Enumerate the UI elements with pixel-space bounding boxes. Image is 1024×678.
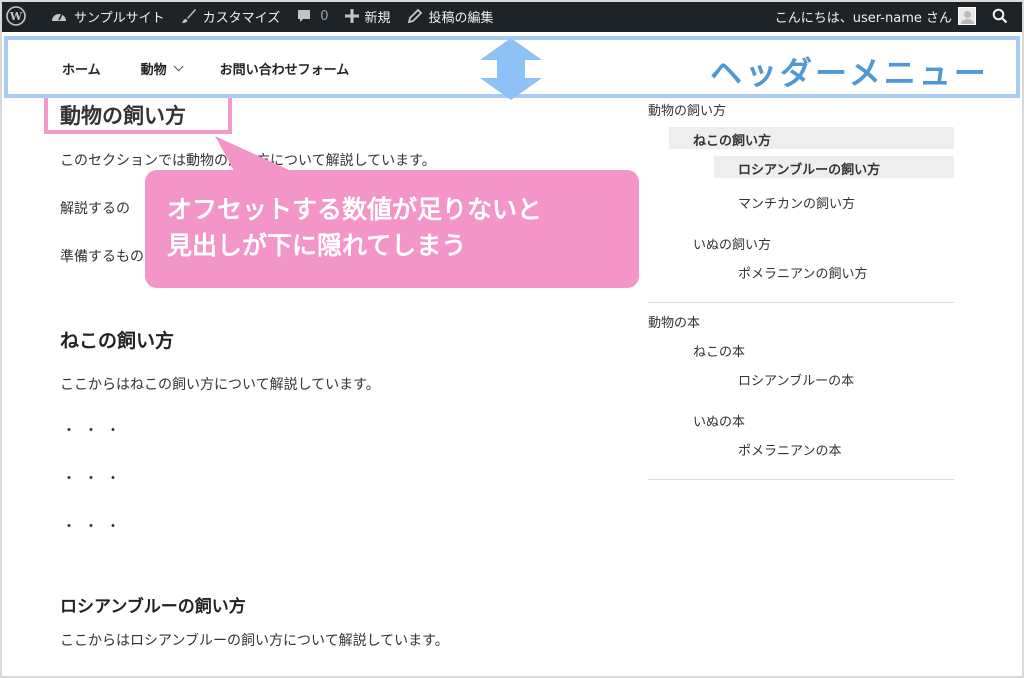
- customize-label: カスタマイズ: [202, 10, 281, 26]
- svg-text:W: W: [9, 10, 23, 23]
- header-menu-highlight: ホーム 動物 お問い合わせフォーム ヘッダーメニュー: [4, 36, 1020, 100]
- paintbrush-icon: [181, 9, 196, 23]
- header-menu-annotation-label: ヘッダーメニュー: [710, 54, 989, 92]
- wordpress-logo-button[interactable]: W: [0, 0, 42, 32]
- callout-annotation: オフセットする数値が足りないと 見出しが下に隠れてしまう: [145, 170, 639, 288]
- toc-divider-2: [648, 479, 954, 480]
- nav-item-home-label: ホーム: [62, 63, 101, 78]
- ellipsis-3: ・・・: [62, 519, 128, 535]
- new-content-link[interactable]: 新規: [337, 0, 399, 32]
- toc-item-dog-care[interactable]: いぬの飼い方: [693, 234, 771, 253]
- ellipsis-1: ・・・: [62, 423, 128, 439]
- nav-item-contact-form-label: お問い合わせフォーム: [219, 63, 350, 78]
- toc-item-cat-care[interactable]: ねこの飼い方: [669, 127, 954, 149]
- avatar: [958, 7, 976, 25]
- heading-russian-blue-care: ロシアンブルーの飼い方: [60, 597, 246, 617]
- toc-item-dog-book[interactable]: いぬの本: [693, 411, 745, 430]
- header-navigation: ホーム 動物 お問い合わせフォーム: [62, 59, 389, 78]
- nav-item-home[interactable]: ホーム: [62, 59, 101, 78]
- toc-item-russian-blue-book[interactable]: ロシアンブルーの本: [738, 370, 854, 389]
- paragraph-cat: ここからはねこの飼い方について解説しています。: [60, 377, 380, 393]
- wordpress-icon: W: [6, 6, 26, 26]
- site-name-link[interactable]: サンプルサイト: [42, 0, 173, 32]
- comment-bubble-icon: [298, 10, 311, 22]
- heading-animal-care: 動物の飼い方: [44, 92, 232, 134]
- comments-count: 0: [320, 8, 329, 24]
- toc-divider-1: [648, 302, 954, 303]
- search-icon: [992, 8, 1008, 24]
- greeting-label: こんにちは、user-name さん: [774, 10, 952, 26]
- paragraph-explain: 解説するの: [60, 201, 130, 217]
- toc-item-munchkin-care[interactable]: マンチカンの飼い方: [738, 193, 855, 212]
- user-account-menu[interactable]: こんにちは、user-name さん: [767, 0, 980, 32]
- toc-item-pomeranian-care[interactable]: ポメラニアンの飼い方: [738, 263, 867, 282]
- heading-animal-care-text: 動物の飼い方: [60, 104, 186, 128]
- nav-item-contact-form[interactable]: お問い合わせフォーム: [220, 59, 350, 78]
- toc-item-cat-book[interactable]: ねこの本: [693, 341, 745, 360]
- dashboard-gauge-icon: [52, 13, 66, 21]
- plus-icon: [344, 9, 359, 23]
- toc-item-cat-care-label: ねこの飼い方: [693, 134, 772, 149]
- toc-item-russian-blue-care[interactable]: ロシアンブルーの飼い方: [714, 156, 954, 178]
- toc-item-animal-care[interactable]: 動物の飼い方: [648, 100, 726, 119]
- heading-cat-care: ねこの飼い方: [60, 330, 175, 352]
- double-arrow-icon: [480, 38, 542, 100]
- new-label: 新規: [364, 10, 391, 26]
- callout-line-2: 見出しが下に隠れてしまう: [167, 231, 467, 260]
- pencil-icon: [407, 8, 422, 24]
- site-name-label: サンプルサイト: [74, 10, 165, 26]
- toc-item-animal-books[interactable]: 動物の本: [648, 312, 700, 331]
- toc-item-pomeranian-book[interactable]: ポメラニアンの本: [738, 440, 841, 459]
- paragraph-russian-blue: ここからはロシアンブルーの飼い方について解説しています。: [60, 633, 449, 649]
- nav-item-animals-label: 動物: [140, 63, 167, 78]
- callout-line-1: オフセットする数値が足りないと: [167, 195, 543, 224]
- chevron-down-icon: [173, 61, 184, 72]
- search-button[interactable]: [980, 0, 1024, 32]
- toc-item-russian-blue-care-label: ロシアンブルーの飼い方: [738, 163, 881, 178]
- comments-link[interactable]: 0: [288, 0, 336, 32]
- admin-bar: W サンプルサイト カスタマイズ 0 新規 投稿の編集 こんにちは、user-n…: [0, 0, 1024, 32]
- edit-post-label: 投稿の編集: [428, 10, 494, 26]
- customize-link[interactable]: カスタマイズ: [173, 0, 289, 32]
- paragraph-prepare: 準備するもの: [60, 249, 144, 265]
- nav-item-animals[interactable]: 動物: [140, 59, 184, 78]
- ellipsis-2: ・・・: [62, 471, 128, 487]
- edit-post-link[interactable]: 投稿の編集: [399, 0, 502, 32]
